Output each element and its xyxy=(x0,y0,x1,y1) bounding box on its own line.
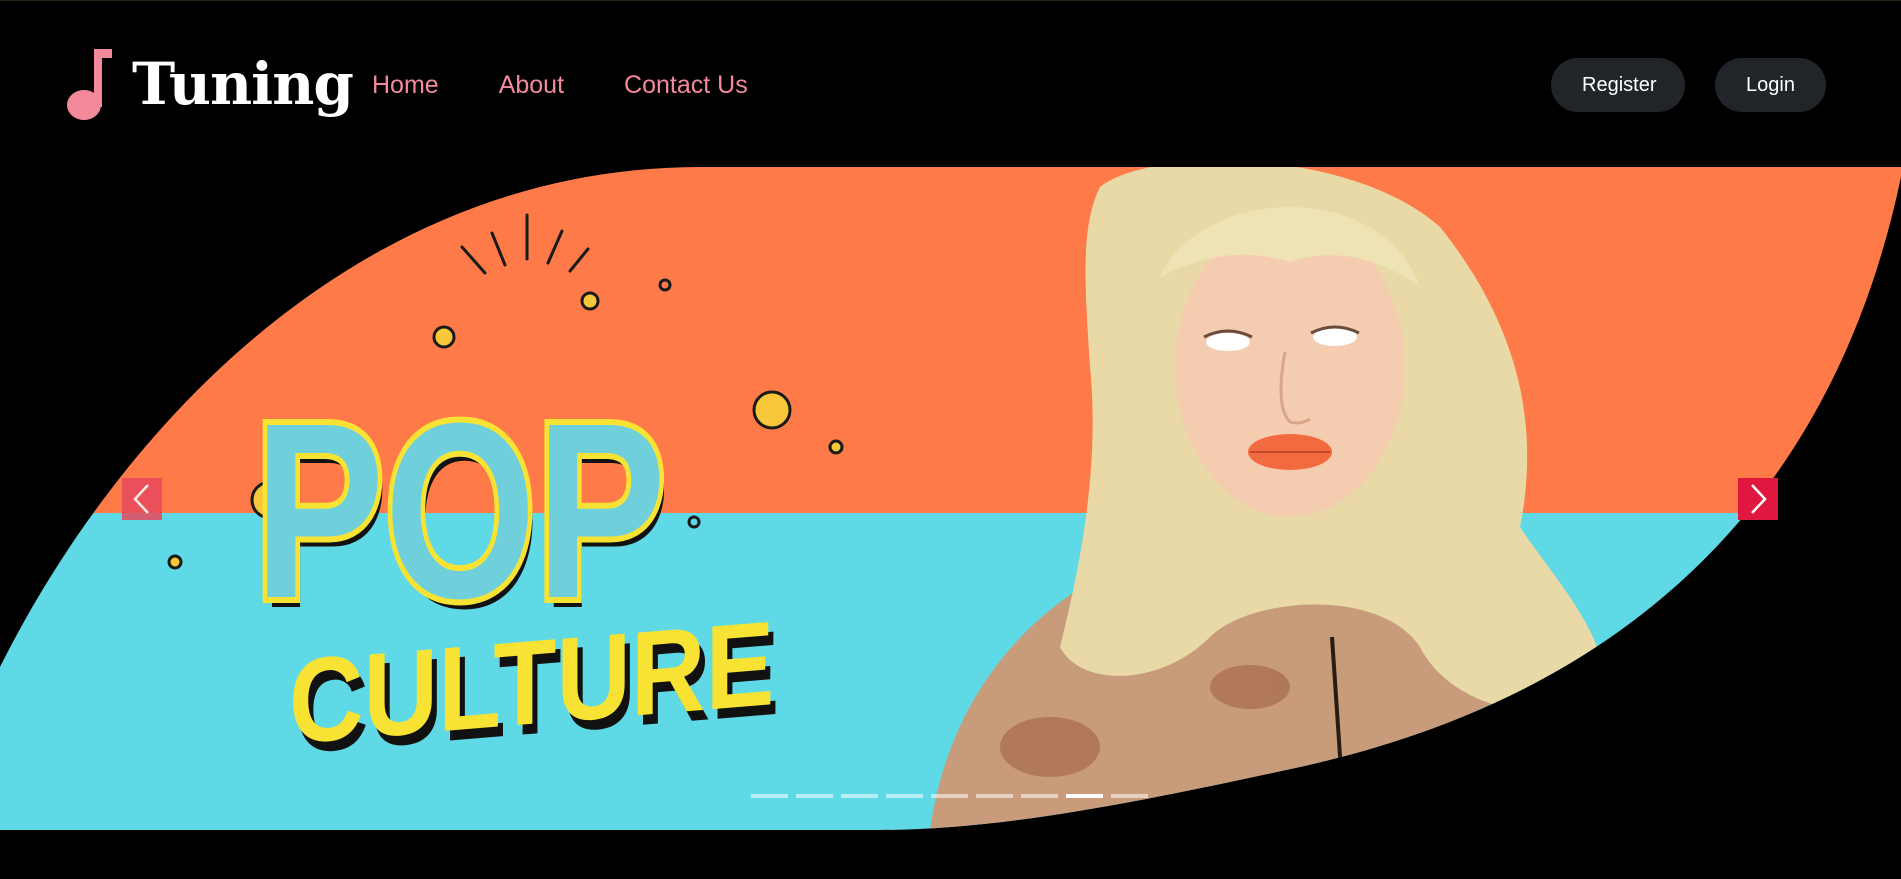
chevron-left-icon xyxy=(133,484,149,514)
music-note-icon xyxy=(67,49,112,120)
login-button[interactable]: Login xyxy=(1715,58,1826,112)
nav-actions: Register Login xyxy=(1551,58,1826,112)
nav-link-home[interactable]: Home xyxy=(372,65,439,105)
brand-logo[interactable]: Tuning xyxy=(64,47,354,121)
primary-nav: Home About Contact Us xyxy=(372,65,808,105)
carousel-slide-image: POP POP CULTURE CULTURE xyxy=(0,167,1901,830)
carousel-indicator-active[interactable] xyxy=(1066,794,1103,798)
hero-carousel: POP POP CULTURE CULTURE xyxy=(0,167,1901,830)
carousel-indicator[interactable] xyxy=(976,794,1013,798)
nav-link-about[interactable]: About xyxy=(499,65,564,105)
carousel-indicator[interactable] xyxy=(841,794,878,798)
carousel-indicator[interactable] xyxy=(1021,794,1058,798)
page-bottom xyxy=(0,830,1901,879)
carousel-indicator[interactable] xyxy=(796,794,833,798)
nav-link-contact[interactable]: Contact Us xyxy=(624,65,748,105)
carousel-indicator[interactable] xyxy=(931,794,968,798)
navbar: Tuning Home About Contact Us Register Lo… xyxy=(0,0,1901,167)
carousel-indicator[interactable] xyxy=(751,794,788,798)
pop-text: POP xyxy=(254,371,666,651)
carousel-indicators xyxy=(751,794,1148,798)
register-button[interactable]: Register xyxy=(1551,58,1685,112)
carousel-next-button[interactable] xyxy=(1738,478,1778,520)
carousel-indicator[interactable] xyxy=(886,794,923,798)
brand-name: Tuning xyxy=(132,50,354,118)
carousel-indicator[interactable] xyxy=(1111,794,1148,798)
chevron-right-icon xyxy=(1751,484,1767,514)
carousel-prev-button[interactable] xyxy=(122,478,162,520)
